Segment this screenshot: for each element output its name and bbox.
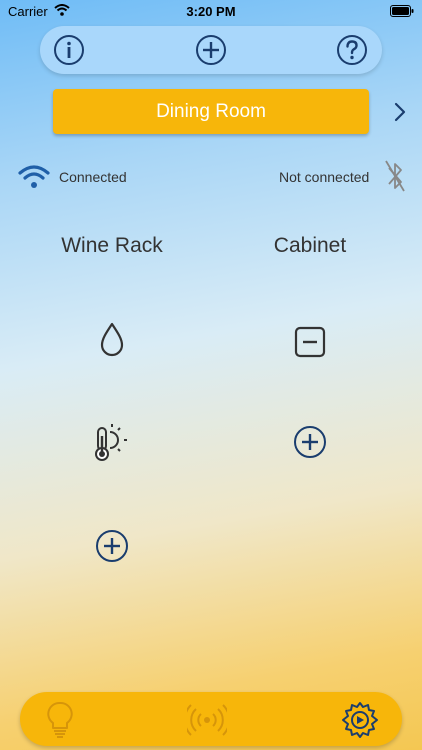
settings-gear-icon[interactable]: [340, 700, 380, 740]
water-drop-icon[interactable]: [97, 321, 127, 359]
chevron-right-icon[interactable]: [392, 101, 408, 123]
wifi-icon: [18, 165, 50, 188]
add-room-icon[interactable]: [195, 34, 227, 66]
lightbulb-icon[interactable]: [40, 700, 80, 740]
cabinet-title: Cabinet: [273, 234, 347, 257]
status-bar: Carrier 3:20 PM: [0, 0, 422, 24]
top-toolbar: [40, 26, 382, 74]
battery-icon: [390, 5, 414, 17]
room-selector-button[interactable]: Dining Room: [53, 89, 369, 134]
bluetooth-status-label: Not connected: [279, 169, 370, 185]
bottom-tab-bar: [20, 692, 402, 746]
add-sensor-icon[interactable]: [293, 425, 327, 459]
minus-square-icon[interactable]: [294, 326, 326, 358]
add-sensor-icon[interactable]: [95, 529, 129, 563]
wine-rack-title: Wine Rack: [61, 234, 163, 257]
thermometer-sun-icon[interactable]: [92, 420, 132, 464]
wifi-status-label: Connected: [59, 169, 127, 185]
info-icon[interactable]: [53, 34, 85, 66]
wireless-signal-icon[interactable]: [187, 700, 227, 740]
help-icon[interactable]: [336, 34, 368, 66]
bluetooth-off-icon: [385, 160, 405, 192]
status-time: 3:20 PM: [186, 4, 236, 19]
